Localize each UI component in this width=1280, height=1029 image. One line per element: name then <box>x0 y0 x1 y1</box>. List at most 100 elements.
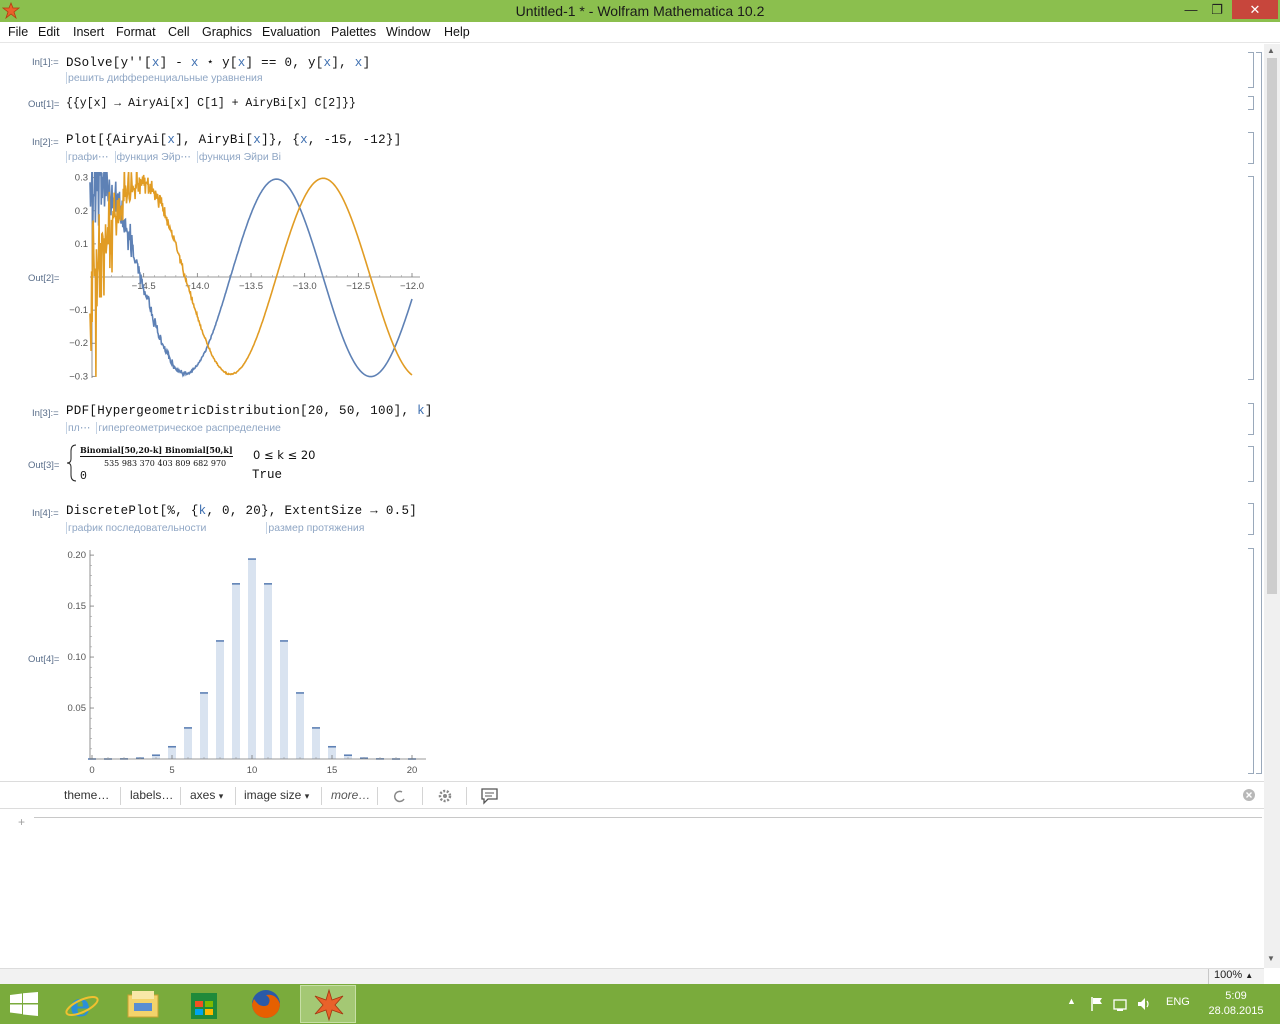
mathematica-icon <box>301 986 357 1024</box>
divider <box>235 787 236 805</box>
menu-file[interactable]: File <box>8 25 28 39</box>
close-button[interactable]: ✕ <box>1232 0 1278 19</box>
taskbar-explorer[interactable] <box>116 985 172 1023</box>
cell-bracket-in1[interactable] <box>1248 52 1254 88</box>
x-tick-label: 5 <box>169 765 174 776</box>
close-suggestions-icon[interactable] <box>1242 788 1256 802</box>
menu-cell[interactable]: Cell <box>168 25 190 39</box>
y-tick-label: −0.2 <box>69 338 88 349</box>
bar-k-9 <box>232 584 240 759</box>
divider <box>120 787 121 805</box>
volume-icon[interactable] <box>1136 996 1152 1012</box>
discrete-plot[interactable]: 051015200.200.150.100.05 <box>60 544 440 776</box>
bar-k-8 <box>216 641 224 759</box>
y-tick-label: 0.2 <box>75 206 88 217</box>
y-tick-label: 0.3 <box>75 173 88 184</box>
in3-code[interactable]: PDF[HypergeometricDistribution[20, 50, 1… <box>66 404 433 418</box>
menu-evaluation[interactable]: Evaluation <box>262 25 320 39</box>
chevron-down-icon: ▾ <box>219 791 224 801</box>
divider <box>422 787 423 805</box>
menu-palettes[interactable]: Palettes <box>331 25 376 39</box>
divider <box>466 787 467 805</box>
store-icon <box>176 985 232 1023</box>
firefox-icon <box>238 985 294 1023</box>
undo-icon[interactable] <box>390 788 408 804</box>
menu-window[interactable]: Window <box>386 25 430 39</box>
taskbar-ie[interactable]: e <box>56 985 112 1023</box>
cell-bracket-out1[interactable] <box>1248 96 1254 110</box>
y-tick-label: 0.05 <box>68 703 87 714</box>
gear-icon[interactable] <box>436 787 454 805</box>
language-indicator[interactable]: ENG <box>1166 996 1190 1008</box>
bar-k-6 <box>184 728 192 759</box>
bar-k-14 <box>312 728 320 759</box>
cell-bracket-in4[interactable] <box>1248 503 1254 535</box>
menu-edit[interactable]: Edit <box>38 25 60 39</box>
maximize-button[interactable]: ❐ <box>1204 0 1230 20</box>
in1-code[interactable]: DSolve[y''[x] - x ⋆ y[x] == 0, y[x], x] <box>66 54 370 70</box>
y-tick-label: 0.20 <box>68 550 87 561</box>
in2-code[interactable]: Plot[{AiryAi[x], AiryBi[x]}, {x, -15, -1… <box>66 133 402 147</box>
x-tick-label: 15 <box>327 765 338 776</box>
chevron-down-icon: ▾ <box>305 791 310 801</box>
bar-k-10 <box>248 559 256 759</box>
out1-result: {{y[x] → AiryAi[x] C[1] + AiryBi[x] C[2]… <box>66 97 356 110</box>
clock-time: 5:09 <box>1198 989 1274 1004</box>
y-tick-label: 0.1 <box>75 239 88 250</box>
menu-help[interactable]: Help <box>444 25 470 39</box>
cell-bracket-in2[interactable] <box>1248 132 1254 164</box>
in4-label: In[4]:= <box>32 508 59 519</box>
in2-hints[interactable]: графи⋯функция Эйр⋯функция Эйри Bi <box>66 151 287 163</box>
taskbar-firefox[interactable] <box>238 985 294 1023</box>
y-tick-label: 0.15 <box>68 601 87 612</box>
windows-start-icon[interactable] <box>10 992 38 1016</box>
flag-icon[interactable] <box>1090 996 1104 1012</box>
scroll-thumb[interactable] <box>1267 58 1277 594</box>
minimize-button[interactable]: — <box>1178 0 1204 20</box>
taskbar-mathematica[interactable] <box>300 985 356 1023</box>
network-icon[interactable] <box>1113 996 1129 1012</box>
zoom-selector[interactable]: 100% ▲ <box>1208 969 1264 984</box>
feedback-icon[interactable] <box>480 787 500 805</box>
taskbar-store[interactable] <box>176 985 232 1023</box>
internet-explorer-icon: e <box>56 985 112 1023</box>
menu-graphics[interactable]: Graphics <box>202 25 252 39</box>
folder-icon <box>116 985 172 1023</box>
vertical-scrollbar[interactable]: ▲ ▼ <box>1264 44 1280 968</box>
scroll-up-icon[interactable]: ▲ <box>1267 46 1275 55</box>
menu-format[interactable]: Format <box>116 25 156 39</box>
tray-expand-icon[interactable]: ▲ <box>1067 996 1076 1006</box>
x-tick-label: −13.0 <box>293 281 317 292</box>
in4-code[interactable]: DiscretePlot[%, {k, 0, 20}, ExtentSize →… <box>66 504 417 518</box>
divider <box>321 787 322 805</box>
airy-plot[interactable]: −14.5−14.0−13.5−13.0−12.5−12.00.30.20.1−… <box>60 172 440 384</box>
cell-bracket-out4[interactable] <box>1248 548 1254 774</box>
notebook[interactable]: In[1]:= DSolve[y''[x] - x ⋆ y[x] == 0, y… <box>0 44 1264 780</box>
in3-hints[interactable]: пл⋯гипергеометрическое распределение <box>66 422 287 434</box>
in1-hint[interactable]: решить дифференциальные уравнения <box>66 72 269 84</box>
suggest-more-button[interactable]: more… <box>331 788 370 802</box>
bar-k-13 <box>296 693 304 759</box>
suggest-theme-button[interactable]: theme… <box>64 788 109 802</box>
up-arrow-icon: ▲ <box>1245 971 1253 980</box>
x-tick-label: 20 <box>407 765 418 776</box>
y-tick-label: −0.1 <box>69 305 88 316</box>
new-cell-plus-icon[interactable]: + <box>18 815 34 827</box>
clock[interactable]: 5:09 28.08.2015 <box>1198 989 1274 1019</box>
suggest-axes-button[interactable]: axes ▾ <box>190 788 223 802</box>
out4-label: Out[4]= <box>28 654 59 665</box>
out1-label: Out[1]= <box>28 99 59 110</box>
scroll-down-icon[interactable]: ▼ <box>1267 954 1275 963</box>
cell-bracket-out3[interactable] <box>1248 446 1254 482</box>
bar-k-12 <box>280 641 288 759</box>
in4-hints[interactable]: график последовательностиразмер протяжен… <box>66 522 370 534</box>
suggest-labels-button[interactable]: labels… <box>130 788 173 802</box>
cell-insertion-line[interactable] <box>34 817 1262 818</box>
cell-group-bracket[interactable] <box>1256 52 1262 774</box>
pdf-denominator: 535 983 370 403 809 682 970 <box>104 459 226 468</box>
menu-insert[interactable]: Insert <box>73 25 104 39</box>
cell-bracket-out2[interactable] <box>1248 176 1254 380</box>
suggest-image-size-button[interactable]: image size ▾ <box>244 788 309 802</box>
bar-k-7 <box>200 693 208 759</box>
cell-bracket-in3[interactable] <box>1248 403 1254 435</box>
